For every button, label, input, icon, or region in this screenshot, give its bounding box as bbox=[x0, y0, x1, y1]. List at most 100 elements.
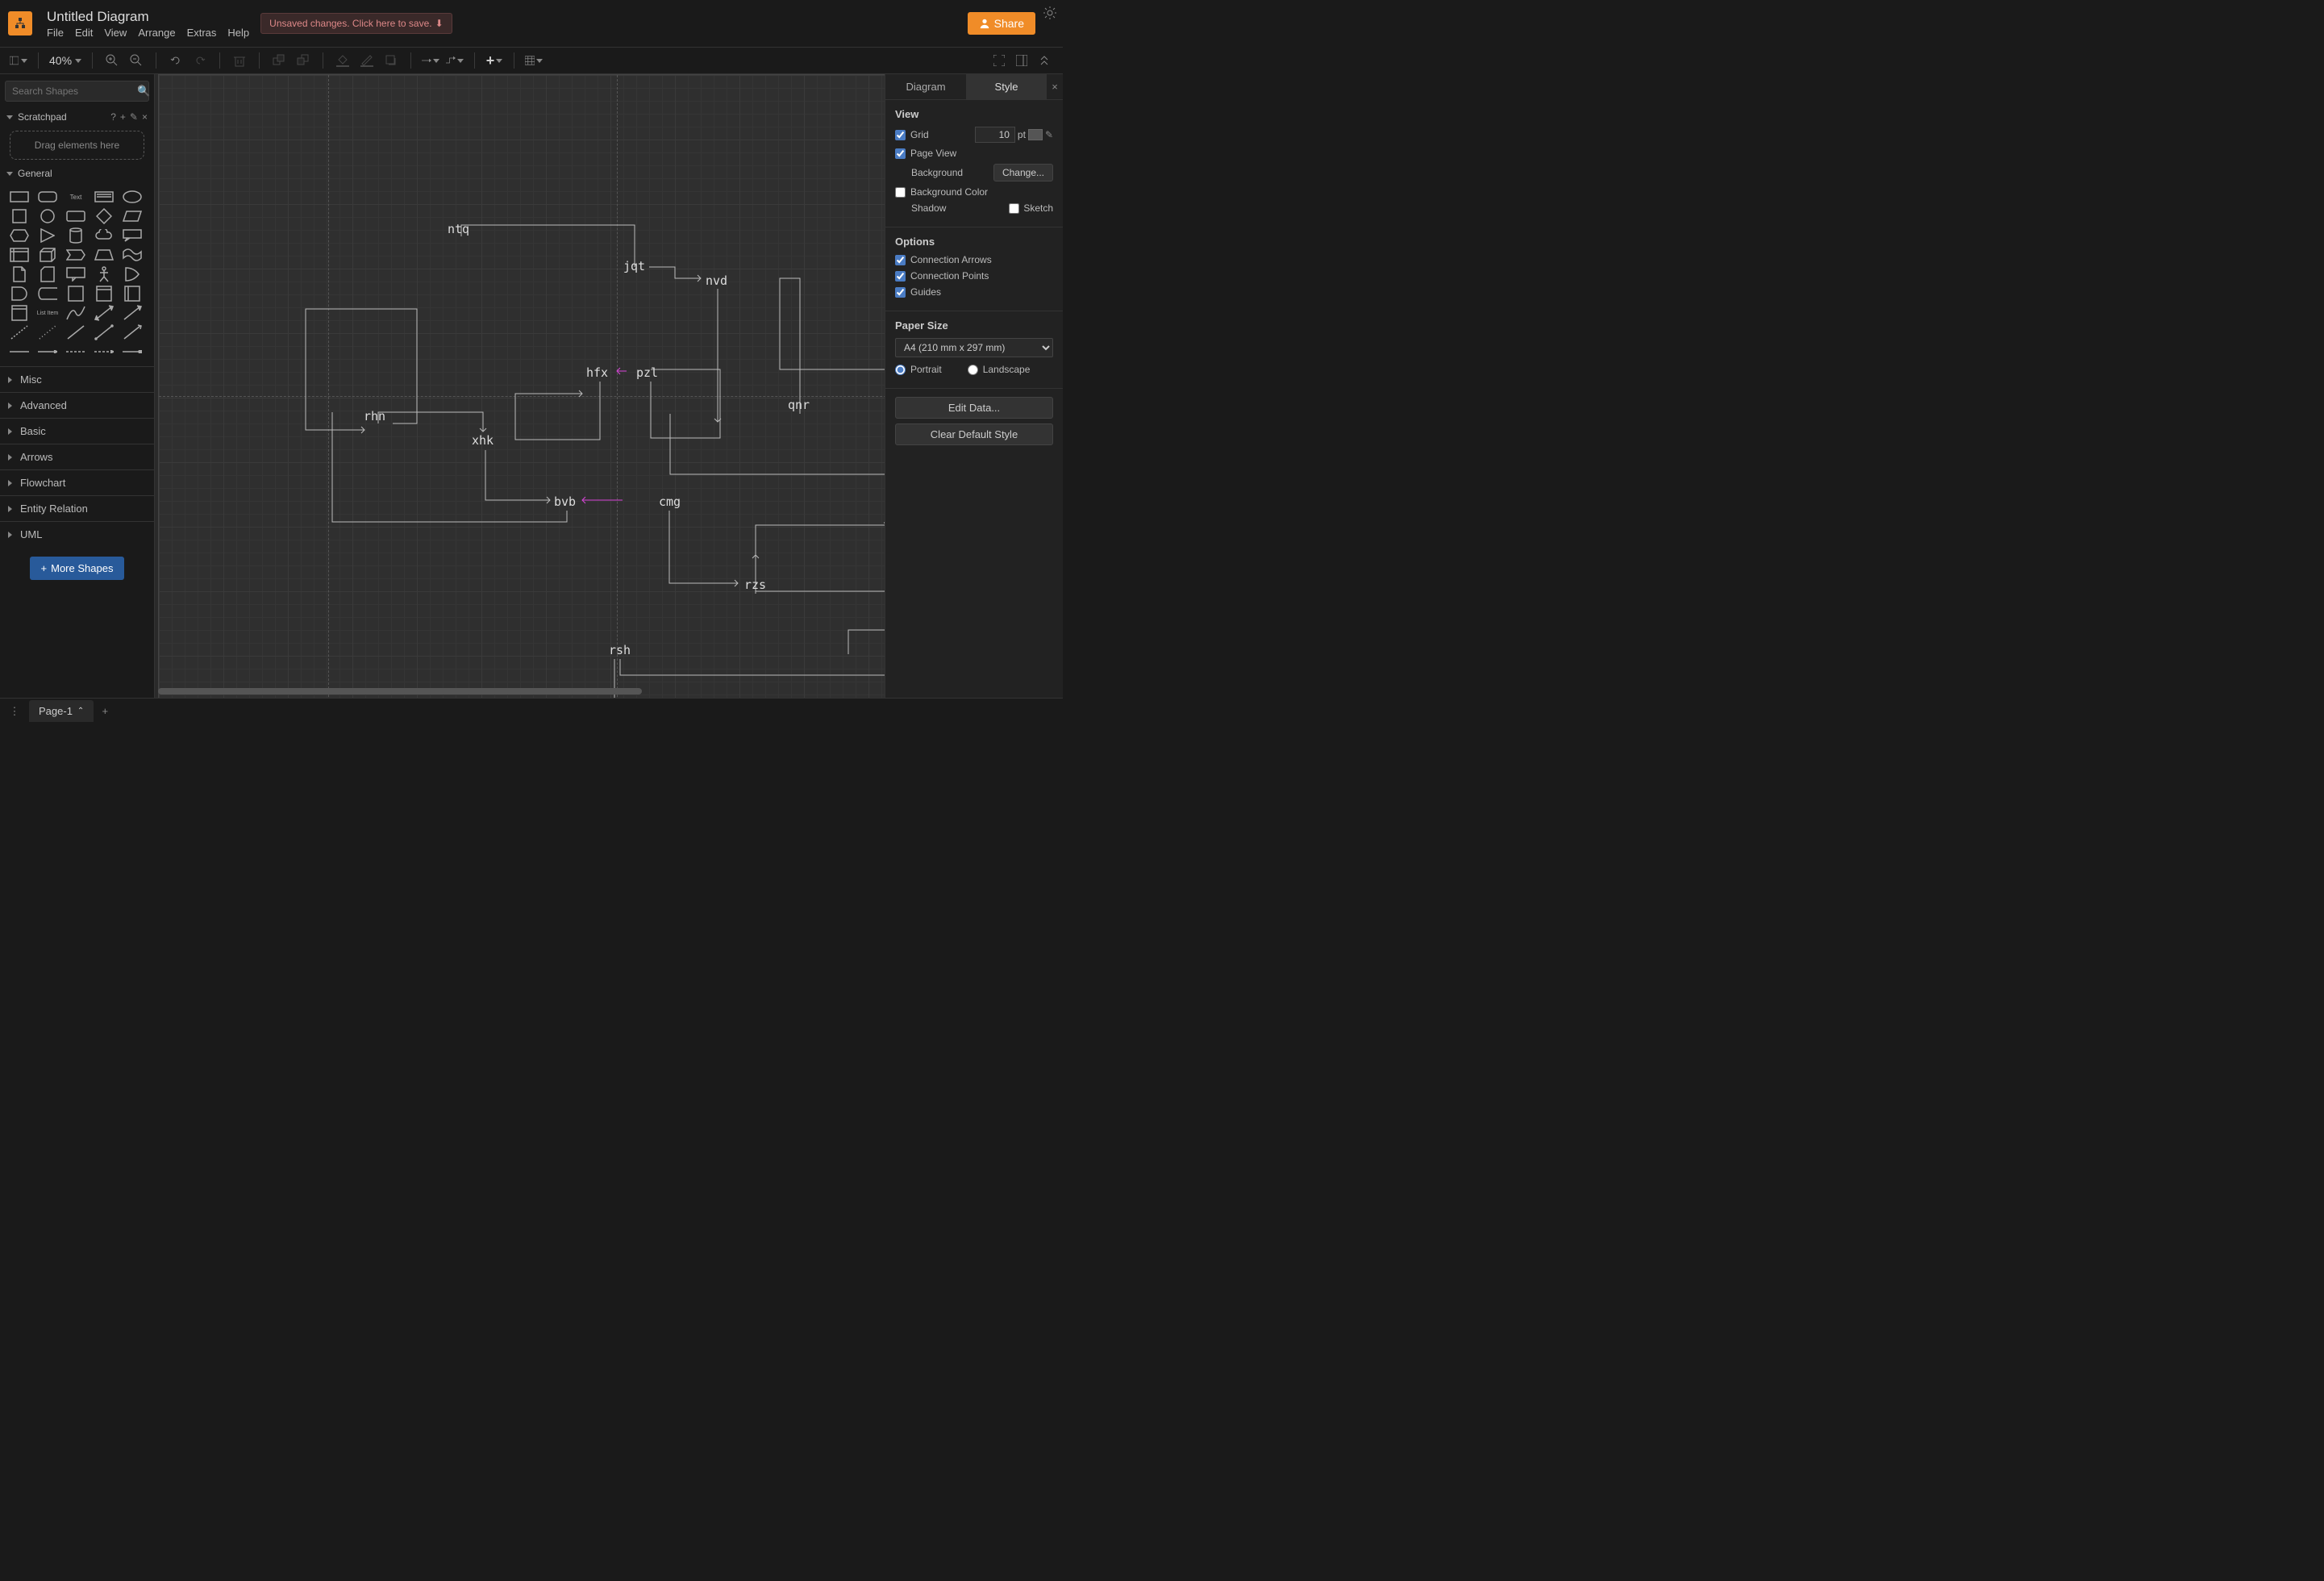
zoom-in-button[interactable] bbox=[103, 52, 121, 69]
unsaved-warning[interactable]: Unsaved changes. Click here to save. ⬇ bbox=[260, 13, 452, 34]
node-bvb[interactable]: bvb bbox=[554, 494, 576, 509]
shape-list[interactable] bbox=[8, 305, 31, 321]
node-jqt[interactable]: jqt bbox=[623, 259, 645, 273]
to-front-button[interactable] bbox=[270, 52, 288, 69]
portrait-radio[interactable] bbox=[895, 365, 906, 375]
edit-data-button[interactable]: Edit Data... bbox=[895, 397, 1053, 419]
panel-close[interactable]: × bbox=[1047, 74, 1063, 99]
general-header[interactable]: General bbox=[0, 165, 154, 182]
category-flowchart[interactable]: Flowchart bbox=[0, 469, 154, 495]
node-ntq[interactable]: ntq bbox=[448, 222, 469, 236]
shape-ellipse[interactable] bbox=[121, 189, 144, 205]
scratchpad-header[interactable]: Scratchpad ? + ✎ × bbox=[0, 108, 154, 126]
undo-button[interactable] bbox=[167, 52, 185, 69]
shape-link1[interactable] bbox=[8, 344, 31, 360]
conn-points-checkbox[interactable] bbox=[895, 271, 906, 282]
shape-hexagon[interactable] bbox=[8, 227, 31, 244]
category-misc[interactable]: Misc bbox=[0, 366, 154, 392]
menu-arrange[interactable]: Arrange bbox=[138, 27, 175, 39]
redo-button[interactable] bbox=[191, 52, 209, 69]
menu-view[interactable]: View bbox=[104, 27, 127, 39]
node-cmg[interactable]: cmg bbox=[659, 494, 681, 509]
canvas[interactable]: ntq jqt nvd hfx pzl rhn xhk qnr bvb cmg … bbox=[155, 74, 885, 698]
connection-button[interactable] bbox=[422, 52, 439, 69]
scratchpad-dropzone[interactable]: Drag elements here bbox=[10, 131, 144, 160]
menu-extras[interactable]: Extras bbox=[187, 27, 217, 39]
shape-link3[interactable] bbox=[65, 344, 87, 360]
conn-arrows-checkbox[interactable] bbox=[895, 255, 906, 265]
category-uml[interactable]: UML bbox=[0, 521, 154, 547]
chevron-up-icon[interactable]: ⌃ bbox=[77, 707, 84, 715]
horizontal-scrollbar[interactable] bbox=[155, 685, 881, 698]
shape-or[interactable] bbox=[121, 266, 144, 282]
shape-triangle[interactable] bbox=[36, 227, 59, 244]
menu-file[interactable]: File bbox=[47, 27, 64, 39]
line-color-button[interactable] bbox=[358, 52, 376, 69]
shape-square[interactable] bbox=[8, 208, 31, 224]
shape-parallelogram[interactable] bbox=[121, 208, 144, 224]
shape-note[interactable] bbox=[8, 266, 31, 282]
category-advanced[interactable]: Advanced bbox=[0, 392, 154, 418]
edit-icon[interactable]: ✎ bbox=[130, 111, 138, 123]
tab-style[interactable]: Style bbox=[966, 74, 1047, 99]
shape-arrow-bidir[interactable] bbox=[93, 305, 115, 321]
shape-hcontainer[interactable] bbox=[121, 286, 144, 302]
shape-rounded[interactable] bbox=[36, 189, 59, 205]
shape-link4[interactable] bbox=[93, 344, 115, 360]
node-rsh[interactable]: rsh bbox=[609, 643, 631, 657]
shape-cloud[interactable] bbox=[93, 227, 115, 244]
shape-line-bidir[interactable] bbox=[93, 324, 115, 340]
shape-text[interactable]: Text bbox=[65, 189, 87, 205]
paper-size-select[interactable]: A4 (210 mm x 297 mm) bbox=[895, 338, 1053, 357]
grid-checkbox[interactable] bbox=[895, 130, 906, 140]
shape-line[interactable] bbox=[65, 324, 87, 340]
zoom-out-button[interactable] bbox=[127, 52, 145, 69]
node-rhn[interactable]: rhn bbox=[364, 409, 385, 423]
background-change-button[interactable]: Change... bbox=[993, 164, 1053, 181]
shape-step[interactable] bbox=[65, 247, 87, 263]
share-button[interactable]: Share bbox=[968, 12, 1035, 35]
close-icon[interactable]: × bbox=[142, 111, 148, 123]
page-tab-1[interactable]: Page-1 ⌃ bbox=[29, 700, 94, 722]
grid-size-input[interactable] bbox=[975, 127, 1015, 143]
add-page-button[interactable]: + bbox=[94, 700, 116, 723]
to-back-button[interactable] bbox=[294, 52, 312, 69]
shape-cylinder[interactable] bbox=[65, 227, 87, 244]
tab-diagram[interactable]: Diagram bbox=[885, 74, 966, 99]
insert-button[interactable]: + bbox=[485, 52, 503, 69]
waypoint-button[interactable] bbox=[446, 52, 464, 69]
shape-internal[interactable] bbox=[8, 247, 31, 263]
shadow-button[interactable] bbox=[382, 52, 400, 69]
shape-link5[interactable] bbox=[121, 344, 144, 360]
search-input[interactable] bbox=[12, 86, 137, 97]
shape-and[interactable] bbox=[8, 286, 31, 302]
node-nvd[interactable]: nvd bbox=[706, 273, 727, 288]
shape-dashed[interactable] bbox=[8, 324, 31, 340]
sketch-checkbox[interactable] bbox=[1009, 203, 1019, 214]
shape-circle[interactable] bbox=[36, 208, 59, 224]
help-icon[interactable]: ? bbox=[110, 111, 116, 123]
shape-curve[interactable] bbox=[65, 305, 87, 321]
fullscreen-button[interactable] bbox=[990, 52, 1008, 69]
landscape-radio[interactable] bbox=[968, 365, 978, 375]
node-pzl[interactable]: pzl bbox=[636, 365, 658, 380]
shape-trapezoid[interactable] bbox=[93, 247, 115, 263]
node-lhk[interactable]: lhk bbox=[883, 520, 885, 535]
shape-card[interactable] bbox=[36, 266, 59, 282]
add-icon[interactable]: + bbox=[120, 111, 126, 123]
shape-actor[interactable] bbox=[93, 266, 115, 282]
bgcolor-checkbox[interactable] bbox=[895, 187, 906, 198]
shape-textbox[interactable] bbox=[93, 189, 115, 205]
delete-button[interactable] bbox=[231, 52, 248, 69]
pages-menu[interactable]: ⋮ bbox=[3, 700, 26, 723]
shape-callout[interactable] bbox=[121, 227, 144, 244]
node-rzs[interactable]: rzs bbox=[744, 578, 766, 592]
shape-tape[interactable] bbox=[121, 247, 144, 263]
edit-icon[interactable]: ✎ bbox=[1045, 129, 1053, 140]
grid-color-swatch[interactable] bbox=[1028, 129, 1043, 140]
collapse-button[interactable] bbox=[1035, 52, 1053, 69]
shape-rect[interactable] bbox=[8, 189, 31, 205]
shape-cube[interactable] bbox=[36, 247, 59, 263]
shape-link2[interactable] bbox=[36, 344, 59, 360]
shape-process[interactable] bbox=[65, 208, 87, 224]
